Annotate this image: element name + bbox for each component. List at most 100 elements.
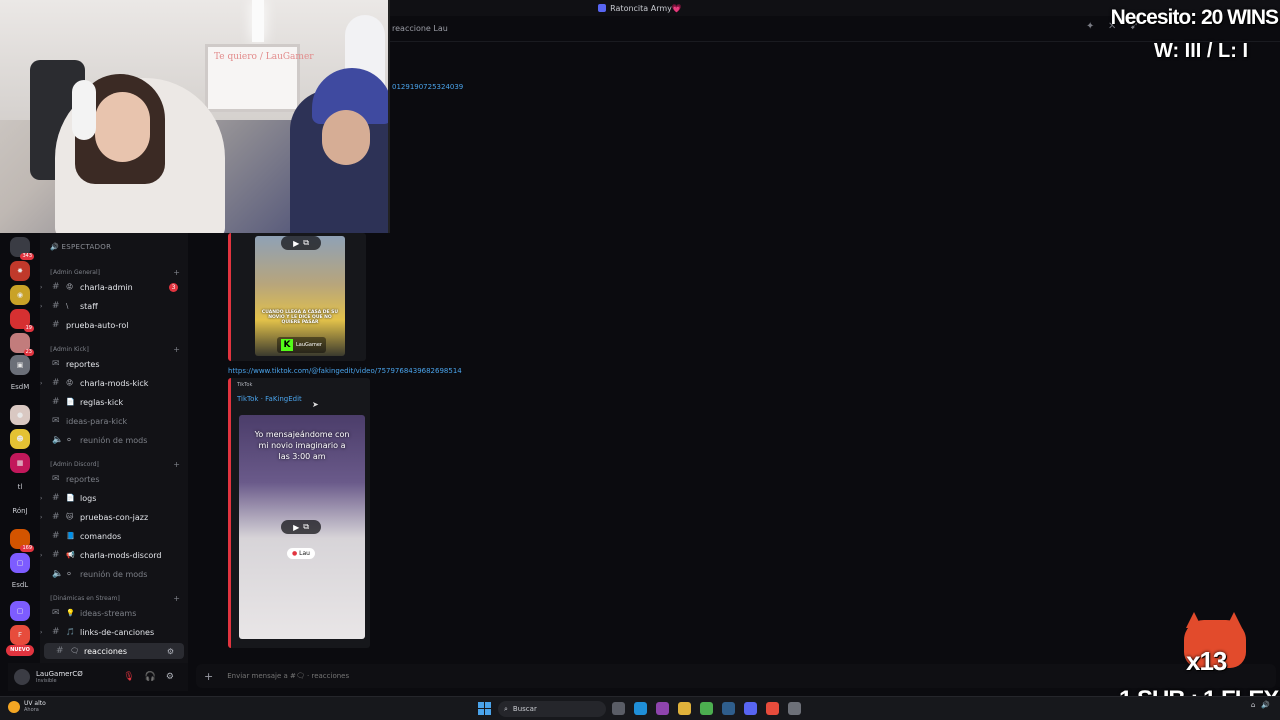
- message-link[interactable]: https://www.tiktok.com/@fakingedit/video…: [228, 367, 462, 375]
- channel-reportes-kick[interactable]: ✉ reportes: [40, 356, 188, 372]
- chevron-icon: ›: [40, 379, 43, 387]
- server-icon-1[interactable]: 343: [10, 237, 34, 260]
- user-status: Invisible: [36, 678, 57, 684]
- add-channel-icon[interactable]: +: [173, 594, 180, 603]
- task-view-icon[interactable]: [612, 702, 625, 715]
- mic-muted-icon[interactable]: 🎙: [123, 672, 134, 682]
- hash-icon: #: [52, 493, 60, 503]
- channel-charla-mods-discord[interactable]: › # 📢 charla-mods-discord: [40, 547, 188, 563]
- server-label-esdm[interactable]: EsdM: [4, 383, 36, 391]
- add-channel-icon[interactable]: +: [173, 460, 180, 469]
- channel-reportes-discord[interactable]: ✉ reportes: [40, 471, 188, 487]
- webcam-face-1: [95, 92, 150, 162]
- category-dinamicas[interactable]: ⟦Dinámicas en Stream⟧ +: [50, 592, 180, 604]
- mouse-cursor-icon: ➤: [312, 400, 319, 409]
- twitch-server-icon-2[interactable]: ▢: [10, 601, 30, 621]
- channel-links-de-canciones[interactable]: › # 🎵 links-de-canciones: [40, 624, 188, 640]
- obs-icon[interactable]: [766, 702, 779, 715]
- kick-logo-icon: K: [281, 339, 293, 351]
- chrome-icon[interactable]: [700, 702, 713, 715]
- channel-label: reacciones: [84, 646, 128, 656]
- channel-charla-mods-kick[interactable]: › # 😡 charla-mods-kick: [40, 375, 188, 391]
- gear-icon[interactable]: ⚙: [166, 672, 174, 682]
- user-name: LauGamerCØ: [36, 670, 83, 678]
- embed-title[interactable]: TikTok · FaKingEdit: [237, 395, 302, 403]
- category-admin-kick[interactable]: ⟦Admin Kick⟧ +: [50, 343, 180, 355]
- server-rail: 343 ✸ ◉ 19 23 ▣ EsdM ● ☻ ▦ tl RónJ 169 ▢…: [0, 233, 40, 693]
- server-icon-8[interactable]: ☻: [10, 429, 30, 449]
- speaker-icon: 🔈: [52, 435, 64, 445]
- chevron-icon: ›: [40, 513, 43, 521]
- channel-logs[interactable]: › # 📄 logs: [40, 490, 188, 506]
- play-button[interactable]: ▶ ⧉: [281, 520, 321, 534]
- server-label-esdl[interactable]: EsdL: [4, 581, 36, 589]
- channel-prueba-auto-rol[interactable]: # prueba-auto-rol: [40, 317, 188, 333]
- webcam-overlay: Te quiero / LauGamer: [0, 0, 390, 233]
- server-icon-7[interactable]: ●: [10, 405, 30, 425]
- gear-icon[interactable]: ⚙: [167, 647, 174, 656]
- goal-overlay: Necesito: 20 WINS: [1110, 6, 1279, 29]
- chevron-icon: ›: [40, 551, 43, 559]
- server-label-ronj[interactable]: RónJ: [4, 507, 36, 515]
- channel-staff[interactable]: › # \ staff: [40, 298, 188, 314]
- add-attachment-icon[interactable]: +: [204, 670, 213, 683]
- avatar[interactable]: [14, 669, 30, 685]
- channel-pruebas-con-jazz[interactable]: › # 🐱 pruebas-con-jazz: [40, 509, 188, 525]
- channel-comandos[interactable]: # 📘 comandos: [40, 528, 188, 544]
- copilot-icon[interactable]: [656, 702, 669, 715]
- message-input[interactable]: [227, 672, 1028, 680]
- discord-taskbar-icon[interactable]: [744, 702, 757, 715]
- channel-emoji-icon: ⚪: [66, 436, 72, 444]
- channel-emoji-icon: 🎵: [66, 628, 75, 636]
- window-title: Ratoncita Army💗: [610, 3, 682, 13]
- server-icon-2[interactable]: ✸: [10, 261, 30, 281]
- channel-emoji-icon: 🐱: [66, 513, 74, 521]
- add-channel-icon[interactable]: +: [173, 268, 180, 277]
- volume-icon[interactable]: 🔊: [1261, 701, 1270, 709]
- popout-icon: ⧉: [303, 522, 309, 531]
- server-label-tl[interactable]: tl: [4, 483, 36, 491]
- server-icon-5[interactable]: 23: [10, 333, 34, 356]
- edge-icon[interactable]: [634, 702, 647, 715]
- message-composer: +: [196, 664, 1276, 688]
- threads-icon[interactable]: ✦: [1086, 22, 1096, 32]
- channel-ideas-streams[interactable]: ✉ 💡 ideas-streams: [40, 605, 188, 621]
- channel-ideas-para-kick[interactable]: ✉ ideas-para-kick: [40, 413, 188, 429]
- channel-reglas-kick[interactable]: # 📄 reglas-kick: [40, 394, 188, 410]
- file-explorer-icon[interactable]: [678, 702, 691, 715]
- channel-label: reunión de mods: [80, 435, 148, 445]
- server-icon-4[interactable]: 19: [10, 309, 34, 332]
- server-icon-10[interactable]: 169: [10, 529, 34, 552]
- server-icon-6[interactable]: ▣: [10, 355, 30, 375]
- category-label: ⟦Dinámicas en Stream⟧: [50, 594, 121, 602]
- video-thumbnail[interactable]: CUANDO LLEGA A CASA DE SU NOVIO Y LE DIC…: [255, 236, 345, 356]
- steam-icon[interactable]: [722, 702, 735, 715]
- play-button[interactable]: ▶ ⧉: [281, 236, 321, 250]
- message-link[interactable]: 01291907253240​39: [392, 83, 463, 91]
- channel-label: ideas-streams: [80, 608, 137, 618]
- lau-pill: ● Lau: [287, 548, 315, 559]
- add-channel-icon[interactable]: +: [173, 345, 180, 354]
- discord-icon: [598, 4, 607, 12]
- new-badge[interactable]: NUEVO: [6, 645, 34, 656]
- category-admin-discord[interactable]: ⟦Admin Discord⟧ +: [50, 458, 180, 470]
- taskbar-search[interactable]: ⌕ Buscar: [498, 701, 606, 717]
- voice-reunion-mods-kick[interactable]: 🔈 ⚪ reunión de mods: [40, 432, 188, 448]
- channel-reacciones[interactable]: # 🗨 reacciones ⚙: [44, 643, 184, 659]
- voice-reunion-mods-discord[interactable]: 🔈 ⚪ reunión de mods: [40, 566, 188, 582]
- server-icon-3[interactable]: ◉: [10, 285, 30, 305]
- app-icon[interactable]: [788, 702, 801, 715]
- server-icon-9[interactable]: ▦: [10, 453, 30, 473]
- weather-widget[interactable]: UV alto Ahora: [8, 700, 46, 713]
- network-icon[interactable]: ⌂: [1251, 701, 1255, 709]
- category-admin-general[interactable]: ⟦Admin General⟧ +: [50, 266, 180, 278]
- kick-tag: K LauGamer: [277, 337, 326, 353]
- server-icon-f[interactable]: F: [10, 625, 30, 645]
- category-label: ⟦Admin Kick⟧: [50, 345, 90, 353]
- headphones-icon[interactable]: 🎧: [145, 672, 156, 682]
- channel-charla-admin[interactable]: › # 😡 charla-admin 3: [40, 279, 188, 295]
- channel-emoji-icon: 🗨: [70, 647, 79, 655]
- windows-start-icon[interactable]: [478, 702, 492, 716]
- twitch-server-icon[interactable]: ▢: [10, 553, 30, 573]
- search-label: Buscar: [512, 705, 537, 713]
